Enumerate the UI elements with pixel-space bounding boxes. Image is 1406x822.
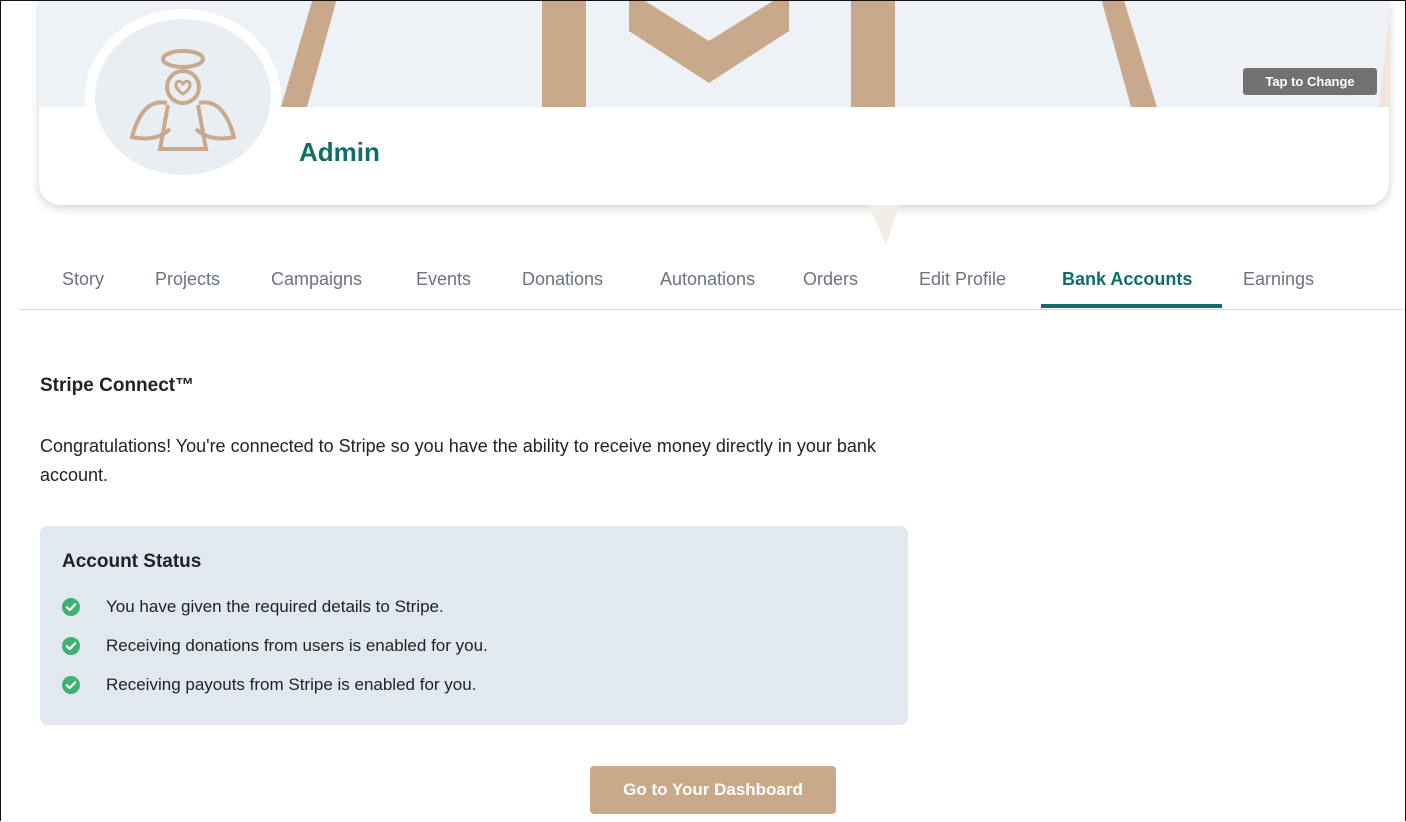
cover-decoration-tip xyxy=(869,205,899,245)
go-to-dashboard-button[interactable]: Go to Your Dashboard xyxy=(590,766,836,814)
tabs-divider xyxy=(19,309,1405,310)
tab-edit-profile[interactable]: Edit Profile xyxy=(919,269,1006,290)
stripe-connect-title: Stripe Connect™ xyxy=(40,375,195,396)
tab-donations[interactable]: Donations xyxy=(522,269,603,290)
status-item-text: You have given the required details to S… xyxy=(106,597,444,616)
status-item-text: Receiving donations from users is enable… xyxy=(106,636,488,655)
account-status-panel: Account Status You have given the requir… xyxy=(40,526,908,725)
status-item: You have given the required details to S… xyxy=(62,597,444,617)
angel-heart-icon xyxy=(129,49,237,151)
tap-to-change-button[interactable]: Tap to Change xyxy=(1243,68,1377,95)
profile-name: Admin xyxy=(299,137,380,167)
stripe-connect-description: Congratulations! You're connected to Str… xyxy=(40,436,876,485)
tab-orders[interactable]: Orders xyxy=(803,269,858,290)
account-status-title: Account Status xyxy=(62,551,202,572)
active-tab-indicator xyxy=(1041,304,1222,308)
status-item: Receiving payouts from Stripe is enabled… xyxy=(62,675,476,695)
profile-card: Admin Tap to Change xyxy=(39,1,1389,205)
check-circle-icon xyxy=(62,637,80,655)
avatar-circle xyxy=(95,19,271,175)
tab-projects[interactable]: Projects xyxy=(155,269,220,290)
tab-bank-accounts[interactable]: Bank Accounts xyxy=(1062,269,1192,290)
page-frame: Admin Tap to Change Story Projects Campa… xyxy=(0,0,1406,821)
check-circle-icon xyxy=(62,676,80,694)
tab-earnings[interactable]: Earnings xyxy=(1243,269,1314,290)
tab-autonations[interactable]: Autonations xyxy=(660,269,755,290)
tab-events[interactable]: Events xyxy=(416,269,471,290)
tab-campaigns[interactable]: Campaigns xyxy=(271,269,362,290)
tab-story[interactable]: Story xyxy=(62,269,104,290)
check-circle-icon xyxy=(62,598,80,616)
avatar[interactable] xyxy=(85,9,281,185)
status-item: Receiving donations from users is enable… xyxy=(62,636,488,656)
status-item-text: Receiving payouts from Stripe is enabled… xyxy=(106,675,477,694)
profile-tabs: Story Projects Campaigns Events Donation… xyxy=(39,257,1405,309)
